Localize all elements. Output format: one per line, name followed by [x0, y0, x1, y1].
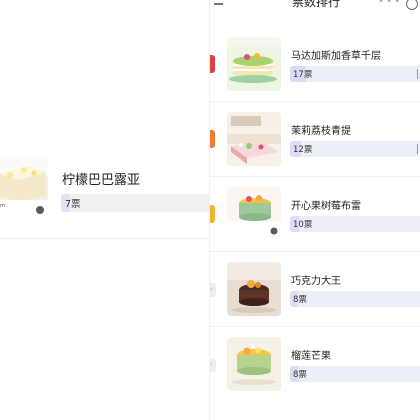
rank-3-thumbnail[interactable]	[227, 187, 281, 241]
ranking-panel: 票数排行 • • • 马达加斯加香草千层 17票 茉莉荔枝青提 12票 开心果树…	[210, 0, 420, 420]
rank-4-vote-bar: 8票	[290, 291, 420, 307]
lemon-cake-thumbnail[interactable]: m	[0, 156, 48, 219]
rank-2-title: 茉莉荔枝青提	[291, 126, 351, 137]
rank-3-title: 开心果树莓布雷	[291, 201, 361, 212]
rank-1-vote-bar: 17票	[290, 66, 420, 82]
rank-3-vote-count: 10票	[293, 220, 313, 230]
left-vote-bar: 7票	[61, 194, 210, 212]
left-panel: m 柠檬巴巴露亚 7票	[0, 0, 210, 420]
rank-1-marker	[210, 55, 215, 73]
rank-1-title: 马达加斯加香草千层	[291, 51, 381, 62]
rank-1-vote-count: 17票	[293, 70, 313, 80]
ranking-title: 票数排行	[292, 0, 341, 9]
rank-1-thumbnail[interactable]	[227, 37, 281, 91]
rank-2-vote-count: 12票	[293, 145, 313, 155]
lemon-cake-image	[0, 156, 48, 219]
pistachio-raspberry-cake-image	[227, 187, 281, 241]
close-circle-icon[interactable]	[406, 0, 418, 10]
rank-4-title: 巧克力大王	[291, 276, 341, 287]
rank-5-vote-count: 8票	[293, 370, 307, 380]
rank-5-marker: ‹	[210, 358, 216, 372]
vanilla-crepe-cake-image	[227, 37, 281, 91]
rank-3-vote-bar: 10票	[290, 216, 420, 232]
chevron-left-icon: ‹	[210, 285, 213, 293]
rank-2-vote-bar: 12票	[290, 141, 420, 157]
rank-1-bar-end-tick	[417, 69, 418, 79]
rank-5-title: 榴莲芒果	[291, 351, 331, 362]
jasmine-lychee-cake-image	[227, 112, 281, 166]
row-divider	[210, 326, 420, 327]
rank-2-marker	[210, 130, 215, 148]
left-vote-count: 7票	[65, 199, 81, 210]
rank-5-vote-bar: 8票	[290, 366, 420, 382]
chevron-left-icon: ‹	[210, 360, 213, 368]
row-divider	[210, 176, 420, 177]
rank-5-thumbnail[interactable]	[227, 337, 281, 391]
chocolate-king-cake-image	[227, 262, 281, 316]
menu-icon[interactable]	[214, 3, 223, 15]
row-divider	[210, 251, 420, 252]
left-item-title: 柠檬巴巴露亚	[62, 173, 141, 188]
thumb-caption: m	[0, 203, 5, 209]
durian-mango-cake-image	[227, 337, 281, 391]
rank-2-thumbnail[interactable]	[227, 112, 281, 166]
rank-2-bar-end-tick	[417, 144, 418, 154]
rank-4-vote-count: 8票	[293, 295, 307, 305]
row-divider	[210, 101, 420, 102]
left-divider	[0, 238, 210, 239]
more-dots-icon[interactable]: • • •	[378, 0, 400, 7]
rank-3-marker	[210, 205, 215, 223]
rank-4-marker: ‹	[210, 283, 216, 297]
rank-4-thumbnail[interactable]	[227, 262, 281, 316]
